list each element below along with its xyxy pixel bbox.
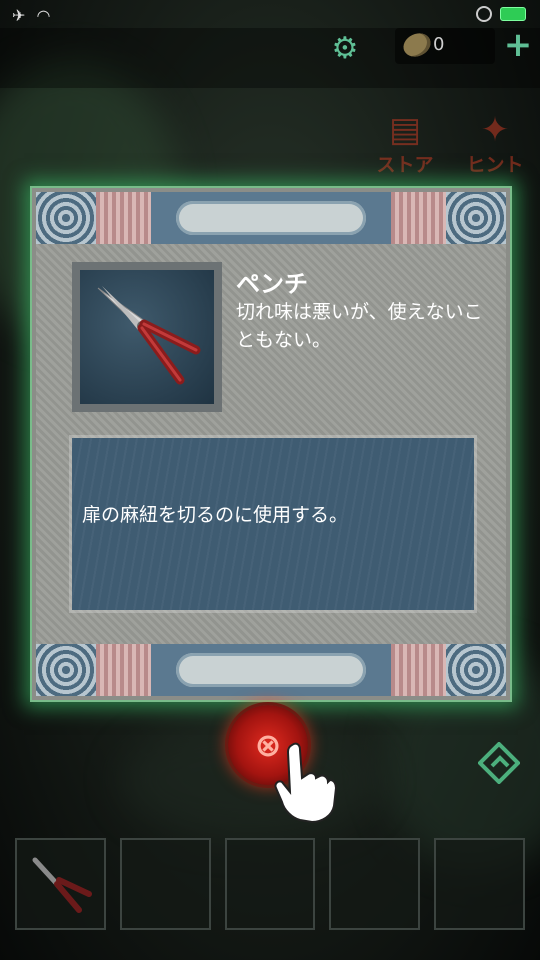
inventory-slot[interactable] — [119, 838, 211, 930]
item-image — [80, 270, 214, 404]
wifi-icon: ◠ — [36, 6, 51, 25]
coin-counter: 0 — [395, 28, 495, 64]
modal-panel: ペンチ 切れ味は悪いが、使えないこともない。 扉の麻紐を切るのに使用する。 — [36, 192, 506, 696]
battery-icon — [500, 7, 526, 21]
status-bar: ✈ ◠ — [0, 0, 540, 30]
ornament-bottom — [36, 644, 506, 696]
add-coins-button[interactable]: + — [502, 28, 534, 64]
pliers-icon — [97, 286, 201, 385]
plus-icon: + — [503, 25, 533, 65]
item-usage: 扉の麻紐を切るのに使用する。 — [82, 504, 349, 526]
store-icon: ▤ — [388, 110, 422, 150]
coin-icon — [399, 29, 435, 61]
pliers-icon — [32, 857, 92, 913]
map-icon[interactable] — [478, 742, 520, 784]
inventory-bar — [15, 838, 525, 930]
usage-panel: 扉の麻紐を切るのに使用する。 — [72, 438, 474, 610]
item-description: 切れ味は悪いが、使えないこともない。 — [236, 301, 483, 351]
store-button[interactable]: ▤ ストア — [370, 110, 440, 185]
hint-button[interactable]: ✦ ヒント — [460, 110, 530, 185]
inventory-slot[interactable] — [224, 838, 316, 930]
status-right — [476, 6, 526, 22]
inventory-slot[interactable] — [15, 838, 106, 930]
store-label: ストア — [376, 154, 434, 176]
gear-icon: ⚙ — [331, 31, 359, 66]
status-left: ✈ ◠ — [12, 6, 50, 25]
item-image-frame — [72, 262, 222, 412]
airplane-icon: ✈ — [12, 6, 26, 25]
lightbulb-icon: ✦ — [480, 110, 510, 150]
inventory-slot[interactable] — [329, 838, 421, 930]
rotation-lock-icon — [476, 6, 492, 22]
inventory-slot[interactable] — [434, 838, 525, 930]
item-detail-modal: ペンチ 切れ味は悪いが、使えないこともない。 扉の麻紐を切るのに使用する。 — [30, 186, 512, 702]
hint-label: ヒント — [466, 154, 524, 176]
ornament-top — [36, 192, 506, 244]
pointing-hand-icon — [274, 742, 338, 824]
coin-count: 0 — [433, 34, 445, 55]
settings-button[interactable]: ⚙ — [326, 30, 364, 68]
item-name: ペンチ — [236, 270, 308, 298]
